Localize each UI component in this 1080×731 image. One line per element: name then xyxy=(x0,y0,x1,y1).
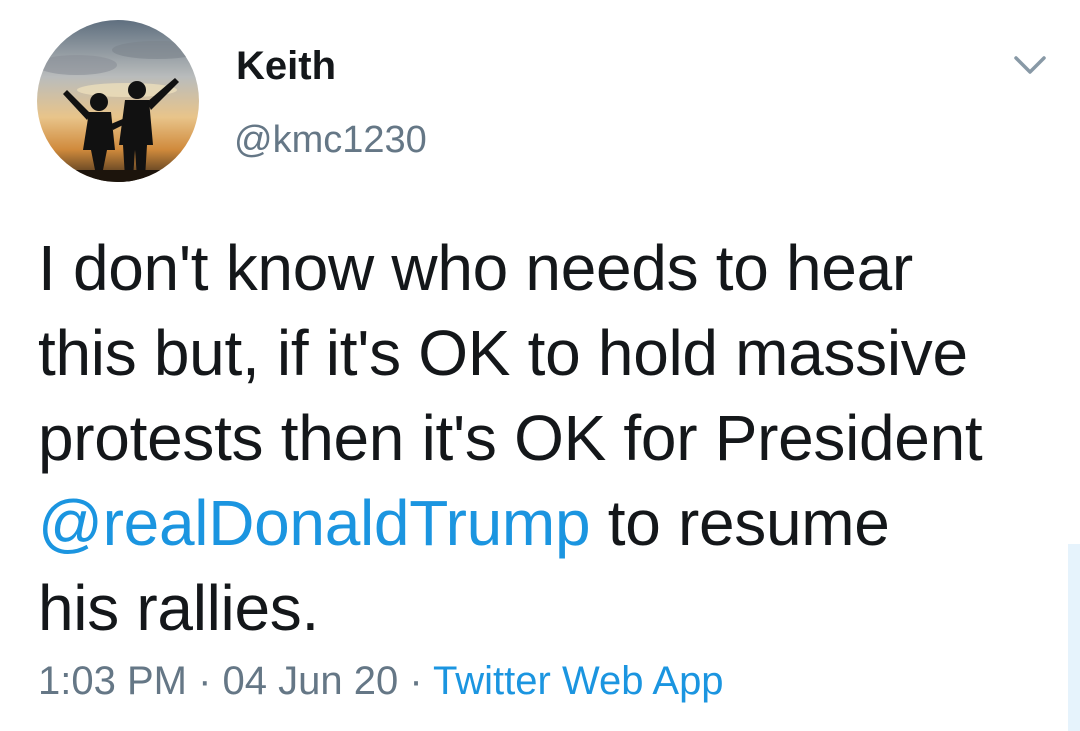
chevron-down-icon[interactable] xyxy=(1010,50,1050,80)
tweet-meta: 1:03 PM · 04 Jun 20 · Twitter Web App xyxy=(38,655,724,707)
mention-link[interactable]: @realDonaldTrump xyxy=(38,487,591,559)
tweet-text: I don't know who needs to hear this but,… xyxy=(38,226,1048,651)
meta-separator: · xyxy=(186,659,223,703)
meta-separator: · xyxy=(398,659,434,703)
avatar-image xyxy=(37,20,199,182)
user-handle[interactable]: @kmc1230 xyxy=(234,114,427,166)
display-name[interactable]: Keith xyxy=(236,40,336,92)
source-link[interactable]: Twitter Web App xyxy=(433,659,724,703)
tweet-time[interactable]: 1:03 PM xyxy=(38,659,187,703)
tweet-date[interactable]: 04 Jun 20 xyxy=(223,659,399,703)
scrollbar-track[interactable] xyxy=(1068,544,1080,731)
avatar[interactable] xyxy=(37,20,199,182)
tweet-text-part1: I don't know who needs to hear this but,… xyxy=(38,232,983,474)
tweet-card: Keith @kmc1230 I don't know who needs to… xyxy=(0,0,1080,731)
